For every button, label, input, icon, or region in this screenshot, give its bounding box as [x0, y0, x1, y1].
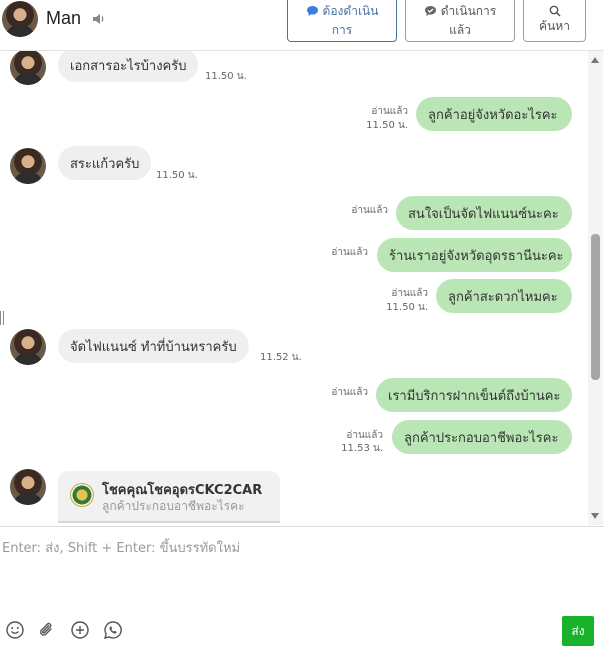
message-time: 11.50 น.	[205, 71, 247, 82]
message-outgoing[interactable]: เรามีบริการฝากเข็นต์ถึงบ้านคะ	[376, 378, 572, 412]
chat-bubble-icon	[306, 6, 318, 16]
message-time: 11.50 น.	[156, 170, 198, 181]
read-status: อ่านแล้ว	[331, 247, 368, 258]
todo-label-1: ต้องดำเนิน	[322, 3, 379, 18]
composer: ส่ง	[0, 526, 604, 646]
search-button[interactable]: ค้นหา	[523, 0, 586, 42]
message-input[interactable]	[0, 535, 594, 609]
todo-label-2: การ	[331, 22, 353, 37]
reply-card[interactable]: โชคคุณโชคอุดรCKC2CAR ลูกค้าประกอบอาชีพอะ…	[58, 471, 280, 523]
avatar[interactable]	[10, 329, 46, 365]
message-outgoing[interactable]: สนใจเป็นจัดไฟแนนซ์นะคะ	[396, 196, 572, 230]
search-label: ค้นหา	[539, 19, 570, 33]
shop-logo-icon	[70, 483, 94, 507]
scroll-down-arrow-icon[interactable]	[591, 513, 599, 519]
scroll-up-arrow-icon[interactable]	[591, 57, 599, 63]
message-incoming[interactable]: จัดไฟแนนซ์ ทำที่บ้านหราครับ	[58, 329, 249, 363]
done-label-1: ดำเนินการ	[440, 3, 497, 18]
read-status: อ่านแล้ว	[351, 205, 388, 216]
scrollbar[interactable]	[588, 51, 603, 525]
chat-check-icon	[424, 6, 436, 16]
speaker-icon[interactable]	[92, 12, 106, 26]
message-outgoing[interactable]: ร้านเราอยู่จังหวัดอุดรธานีนะคะ	[377, 238, 572, 272]
message-time: 11.52 น.	[260, 352, 302, 363]
message-outgoing[interactable]: ลูกค้าประกอบอาชีพอะไรคะ	[392, 420, 572, 454]
avatar[interactable]	[10, 469, 46, 505]
chat-header: Man ต้องดำเนิน การ ดำเนินการ แล้ว ค้นหา	[0, 0, 604, 51]
whatsapp-icon[interactable]	[103, 620, 123, 640]
message-list[interactable]: เอกสารอะไรบ้างครับ 11.50 น. อ่านแล้ว 11.…	[0, 51, 588, 525]
resize-handle[interactable]	[0, 311, 5, 325]
todo-button[interactable]: ต้องดำเนิน การ	[287, 0, 397, 42]
card-subtitle: ลูกค้าประกอบอาชีพอะไรคะ	[102, 499, 245, 513]
emoji-icon[interactable]	[5, 620, 25, 640]
avatar[interactable]	[10, 51, 46, 85]
read-status: อ่านแล้ว	[391, 288, 428, 299]
read-status: อ่านแล้ว	[371, 106, 408, 117]
add-icon[interactable]	[70, 620, 90, 640]
read-status: อ่านแล้ว	[346, 430, 383, 441]
scroll-thumb[interactable]	[591, 234, 600, 380]
done-label-2: แล้ว	[449, 22, 471, 37]
contact-name[interactable]: Man	[46, 8, 81, 29]
read-status: อ่านแล้ว	[331, 387, 368, 398]
message-incoming[interactable]: เอกสารอะไรบ้างครับ	[58, 51, 199, 82]
message-outgoing[interactable]: ลูกค้าอยู่จังหวัดอะไรคะ	[416, 97, 572, 131]
done-button[interactable]: ดำเนินการ แล้ว	[405, 0, 515, 42]
avatar[interactable]	[2, 1, 38, 37]
message-time: 11.50 น.	[366, 120, 408, 131]
message-time: 11.53 น.	[341, 443, 383, 454]
message-outgoing[interactable]: ลูกค้าสะดวกไหมคะ	[436, 279, 572, 313]
avatar[interactable]	[10, 148, 46, 184]
message-time: 11.50 น.	[386, 302, 428, 313]
send-button[interactable]: ส่ง	[562, 616, 594, 646]
message-incoming[interactable]: สระแก้วครับ	[58, 146, 152, 180]
attachment-icon[interactable]	[37, 620, 57, 640]
search-icon	[549, 5, 561, 17]
